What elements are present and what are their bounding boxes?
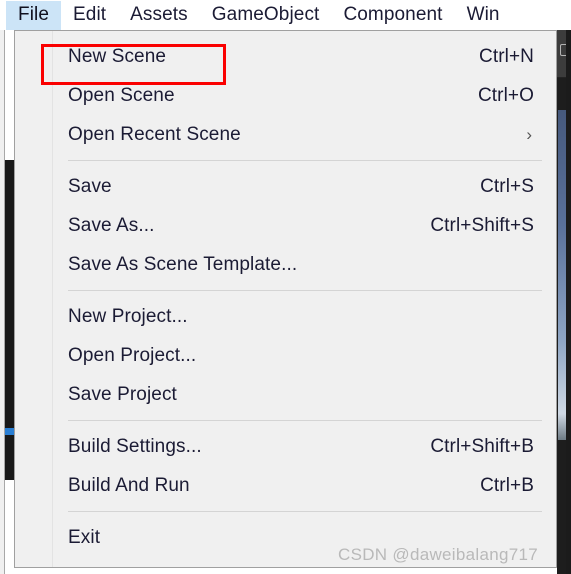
menu-item-label: Save <box>68 175 112 197</box>
menubar-item-win[interactable]: Win <box>455 1 512 30</box>
menubar-item-gameobject[interactable]: GameObject <box>200 1 332 30</box>
menu-separator <box>68 420 542 421</box>
menu-item-shortcut: Ctrl+N <box>479 45 534 67</box>
menu-item-save-as-scene-template[interactable]: Save As Scene Template... <box>15 245 556 284</box>
menu-separator <box>68 290 542 291</box>
watermark-text: CSDN @daweibalang717 <box>338 545 538 564</box>
file-menu-items: New Scene Ctrl+N Open Scene Ctrl+O Open Rece… <box>15 31 556 567</box>
chevron-right-icon: › <box>526 125 532 144</box>
menu-item-label: Open Recent Scene <box>68 123 241 145</box>
menu-item-label: Open Project... <box>68 344 197 366</box>
menu-item-label: Save As Scene Template... <box>68 253 298 275</box>
menu-item-label: Save Project <box>68 383 177 405</box>
menu-item-label: New Project... <box>68 305 188 327</box>
menu-item-open-project[interactable]: Open Project... <box>15 336 556 375</box>
menubar-item-component[interactable]: Component <box>331 1 454 30</box>
menu-item-label: New Scene <box>68 45 167 67</box>
menu-item-shortcut: Ctrl+Shift+S <box>430 214 534 236</box>
menubar-item-file[interactable]: File <box>6 0 62 30</box>
menu-item-shortcut: Ctrl+O <box>477 84 534 106</box>
menu-bar: File Edit Assets GameObject Component Win <box>0 0 571 30</box>
menu-item-label: Exit <box>68 526 101 548</box>
menu-item-shortcut: Ctrl+S <box>480 175 534 197</box>
background-window-edge <box>566 0 571 574</box>
menu-item-label: Build And Run <box>68 474 190 496</box>
menu-item-build-settings[interactable]: Build Settings... Ctrl+Shift+B <box>15 427 556 466</box>
menu-item-save-as[interactable]: Save As... Ctrl+Shift+S <box>15 206 556 245</box>
file-dropdown-menu: New Scene Ctrl+N Open Scene Ctrl+O Open Rece… <box>14 30 557 568</box>
menu-item-open-scene[interactable]: Open Scene Ctrl+O <box>15 76 556 115</box>
menu-item-new-scene[interactable]: New Scene Ctrl+N <box>15 37 556 76</box>
menu-item-save[interactable]: Save Ctrl+S <box>15 167 556 206</box>
menu-item-shortcut: Ctrl+Shift+B <box>430 435 534 457</box>
menu-item-build-and-run[interactable]: Build And Run Ctrl+B <box>15 466 556 505</box>
menu-separator <box>68 160 542 161</box>
menu-item-save-project[interactable]: Save Project <box>15 375 556 414</box>
menu-item-open-recent-scene[interactable]: Open Recent Scene › <box>15 115 556 154</box>
menu-item-label: Build Settings... <box>68 435 202 457</box>
menu-item-label: Open Scene <box>68 84 175 106</box>
menu-item-shortcut: Ctrl+B <box>480 474 534 496</box>
menubar-item-edit[interactable]: Edit <box>61 1 118 30</box>
menu-separator <box>68 511 542 512</box>
menu-item-new-project[interactable]: New Project... <box>15 297 556 336</box>
menubar-item-assets[interactable]: Assets <box>118 1 200 30</box>
menu-item-label: Save As... <box>68 214 155 236</box>
screenshot-root: File Edit Assets GameObject Component Win New… <box>0 0 571 574</box>
